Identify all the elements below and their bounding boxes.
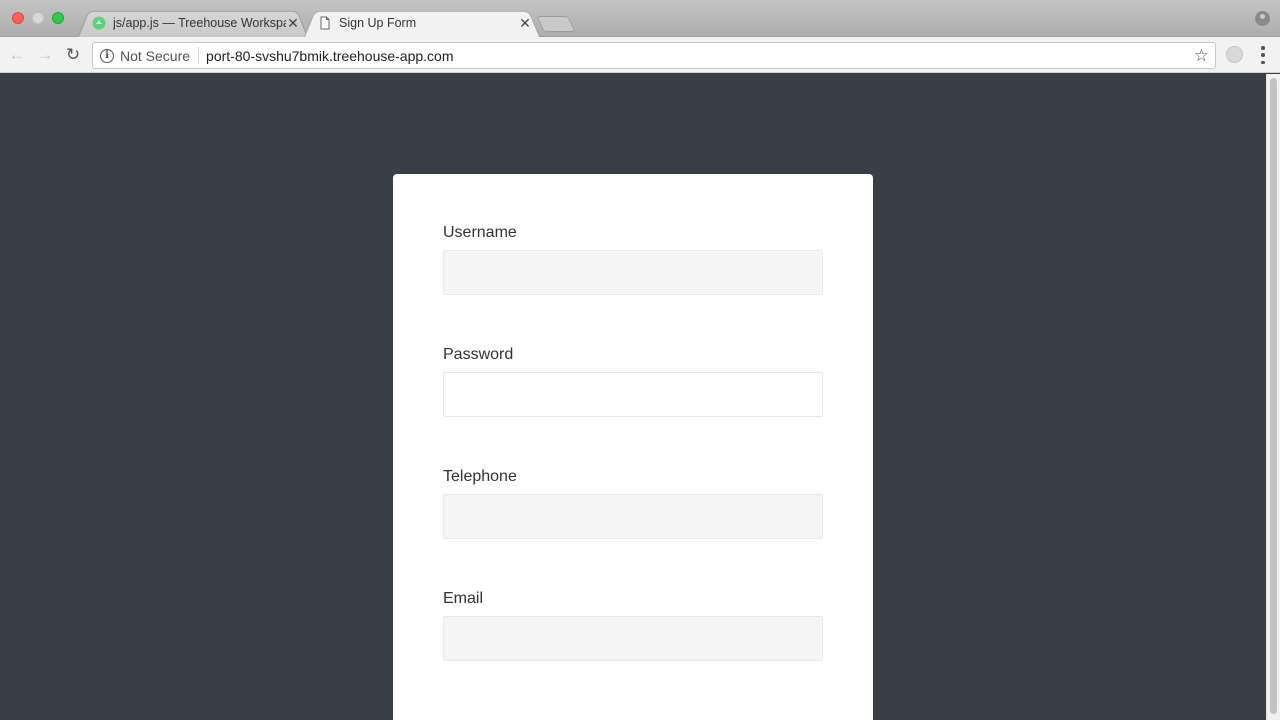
password-field-group: Password (443, 346, 823, 468)
username-input[interactable] (443, 250, 823, 295)
close-window-button[interactable] (12, 12, 24, 24)
close-tab-icon[interactable]: ✕ (518, 16, 532, 30)
tab-treehouse-workspaces[interactable]: js/app.js — Treehouse Workspaces ✕ (78, 8, 308, 37)
back-arrow-icon[interactable]: ← (7, 45, 27, 65)
telephone-input[interactable] (443, 494, 823, 539)
email-input[interactable] (443, 616, 823, 661)
tab-sign-up-form[interactable]: Sign Up Form ✕ (304, 8, 540, 37)
password-input[interactable] (443, 372, 823, 417)
email-field-group: Email (443, 590, 823, 712)
username-field-group: Username (443, 224, 823, 346)
scrollbar-thumb[interactable] (1270, 78, 1277, 714)
password-label: Password (443, 346, 514, 363)
url-text[interactable]: port-80-svshu7bmik.treehouse-app.com (206, 48, 453, 64)
tab-title: Sign Up Form (339, 15, 417, 30)
maximize-window-button[interactable] (52, 12, 64, 24)
treehouse-icon (92, 16, 106, 29)
tab-title: js/app.js — Treehouse Workspaces (113, 15, 286, 30)
sign-up-form: Username Password Telephone Email (393, 174, 873, 720)
close-tab-icon[interactable]: ✕ (286, 16, 300, 30)
page-viewport: Username Password Telephone Email (0, 74, 1266, 720)
profile-icon[interactable] (1255, 11, 1270, 26)
extension-icon[interactable] (1226, 46, 1243, 63)
bookmark-star-icon[interactable]: ☆ (1194, 46, 1209, 66)
forward-arrow-icon[interactable]: → (35, 45, 55, 65)
browser-toolbar: ← → ↻ i Not Secure port-80-svshu7bmik.tr… (0, 37, 1280, 73)
info-icon[interactable]: i (100, 48, 114, 63)
divider (198, 47, 200, 64)
vertical-scrollbar[interactable] (1266, 74, 1280, 720)
minimize-window-button[interactable] (32, 12, 44, 24)
reload-icon[interactable]: ↻ (63, 45, 83, 65)
browser-titlebar: js/app.js — Treehouse Workspaces ✕ Sign … (0, 0, 1280, 37)
security-label[interactable]: Not Secure (120, 48, 190, 64)
telephone-field-group: Telephone (443, 468, 823, 590)
username-label: Username (443, 224, 517, 241)
email-label: Email (443, 590, 484, 607)
page-icon (320, 16, 330, 29)
telephone-label: Telephone (443, 468, 517, 485)
more-menu-icon[interactable] (1256, 46, 1270, 64)
address-bar[interactable]: i Not Secure port-80-svshu7bmik.treehous… (92, 42, 1216, 69)
new-tab-button[interactable] (536, 16, 576, 32)
